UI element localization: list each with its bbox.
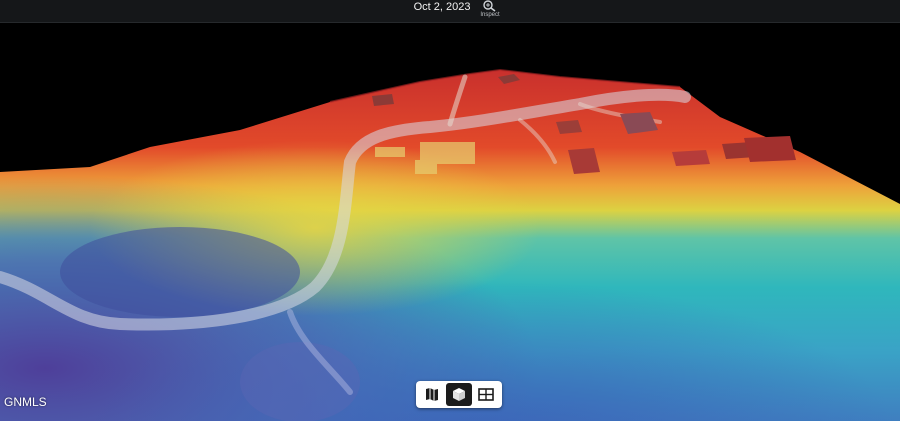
elevation-3d-view[interactable] xyxy=(0,22,900,421)
view-mode-toggle xyxy=(416,381,502,408)
3d-view-button[interactable] xyxy=(446,383,472,406)
split-view-icon xyxy=(478,388,494,401)
inspect-button[interactable]: Inspect xyxy=(470,0,510,22)
map-icon xyxy=(426,388,438,401)
cube-icon xyxy=(453,388,465,401)
watermark-gnmls: GNMLS xyxy=(4,395,47,409)
map-view-button[interactable] xyxy=(419,383,445,406)
top-bar: Oct 2, 2023 Inspect xyxy=(0,0,900,23)
split-view-button[interactable] xyxy=(473,383,499,406)
inspect-label: Inspect xyxy=(480,12,500,18)
